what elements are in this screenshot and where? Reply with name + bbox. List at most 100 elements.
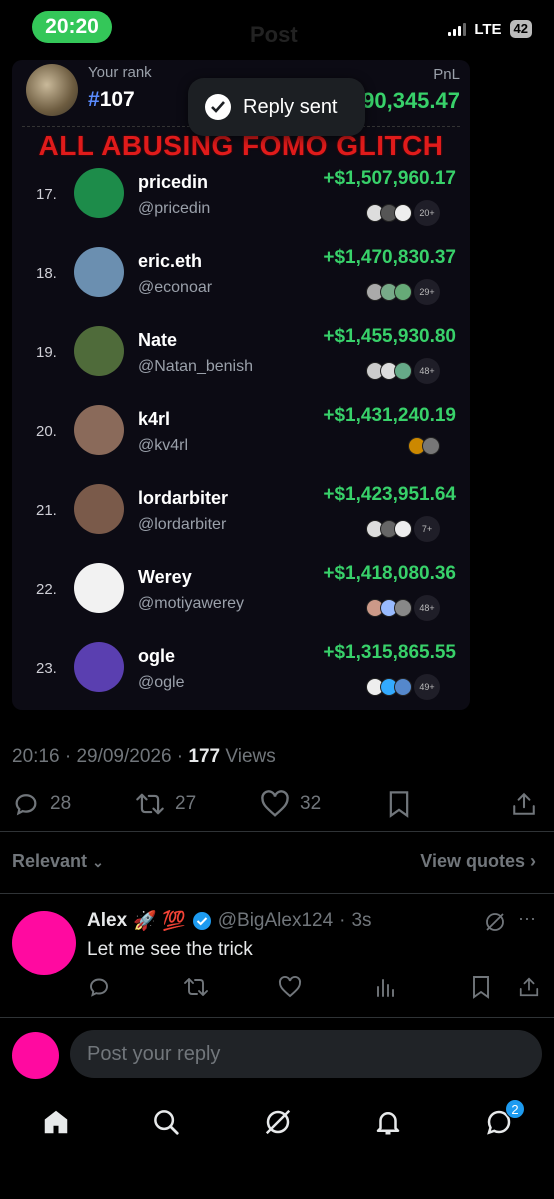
row-rank: 23. bbox=[36, 660, 57, 677]
reply-icon[interactable] bbox=[87, 975, 111, 999]
home-icon bbox=[44, 1110, 68, 1134]
heart-icon[interactable] bbox=[278, 975, 302, 999]
post-image-leaderboard[interactable]: Your rank #107 PnL 90,345.47 ALL ABUSING… bbox=[12, 60, 470, 710]
row-avatar bbox=[74, 168, 124, 218]
leaderboard-row: 19. Nate @Natan_benish +$1,455,930.80 48… bbox=[12, 318, 470, 397]
post-meta: 20:16 · 29/09/2026 · 177 Views bbox=[12, 746, 276, 767]
reply-icon bbox=[15, 794, 37, 816]
views-icon[interactable] bbox=[375, 975, 397, 999]
messages-badge: 2 bbox=[505, 1099, 525, 1119]
status-indicators: LTE 42 bbox=[448, 20, 532, 38]
tab-notifications[interactable] bbox=[368, 1102, 408, 1142]
sort-dropdown[interactable]: Relevant ⌄ bbox=[12, 851, 104, 872]
row-handle: @lordarbiter bbox=[138, 516, 227, 533]
row-more-count: 7+ bbox=[414, 516, 440, 542]
row-avatar bbox=[74, 247, 124, 297]
row-name: Werey bbox=[138, 567, 192, 587]
bookmark-icon[interactable] bbox=[470, 975, 492, 999]
row-handle: @motiyawerey bbox=[138, 595, 245, 612]
divider bbox=[0, 831, 554, 832]
reply-age: 3s bbox=[351, 910, 372, 931]
share-icon bbox=[513, 792, 535, 815]
tab-grok[interactable] bbox=[258, 1102, 298, 1142]
repost-count: 27 bbox=[175, 793, 197, 814]
row-pnl: +$1,418,080.36 bbox=[323, 563, 456, 584]
bookmark-button[interactable] bbox=[387, 790, 411, 818]
divider bbox=[0, 1017, 554, 1018]
reply-sent-toast: Reply sent bbox=[188, 78, 365, 136]
row-handle: @pricedin bbox=[138, 200, 211, 217]
leaderboard-row: 23. ogle @ogle +$1,315,865.55 49+ bbox=[12, 634, 470, 710]
grok-icon[interactable] bbox=[484, 911, 506, 933]
reply-input[interactable] bbox=[70, 1030, 542, 1078]
rank-hash: # bbox=[88, 88, 100, 111]
rank-label: Your rank bbox=[88, 64, 152, 81]
reply-count: 28 bbox=[50, 793, 72, 814]
row-pnl: +$1,315,865.55 bbox=[323, 642, 456, 663]
reply-author-name[interactable]: Alex bbox=[87, 910, 127, 932]
view-quotes-link[interactable]: View quotes › bbox=[420, 851, 536, 872]
row-rank: 21. bbox=[36, 502, 57, 519]
sort-label: Relevant bbox=[12, 851, 88, 871]
rank-value: #107 bbox=[88, 88, 135, 112]
reply-author-handle: @BigAlex124 bbox=[217, 910, 334, 931]
row-name: ogle bbox=[138, 646, 176, 666]
chevron-down-icon: ⌄ bbox=[92, 854, 104, 870]
repost-button[interactable]: 27 bbox=[135, 790, 196, 818]
post-time: 20:16 bbox=[12, 746, 60, 767]
grok-icon bbox=[265, 1109, 291, 1135]
reply-author-emoji: 🚀 💯 bbox=[133, 911, 186, 932]
row-avatar bbox=[74, 642, 124, 692]
row-name: k4rl bbox=[138, 409, 171, 429]
status-time: 20:20 bbox=[32, 11, 112, 43]
leaderboard-row: 20. k4rl @kv4rl +$1,431,240.19 bbox=[12, 397, 470, 476]
my-avatar bbox=[26, 64, 78, 116]
row-name: lordarbiter bbox=[138, 488, 229, 508]
leaderboard-row: 18. eric.eth @econoar +$1,470,830.37 29+ bbox=[12, 239, 470, 318]
row-pnl: +$1,470,830.37 bbox=[323, 247, 456, 268]
token-icon bbox=[394, 362, 412, 380]
views-count: 177 bbox=[188, 746, 221, 767]
reply-button[interactable]: 28 bbox=[12, 790, 71, 818]
row-rank: 22. bbox=[36, 581, 57, 598]
row-name: eric.eth bbox=[138, 251, 203, 271]
tab-home[interactable] bbox=[36, 1102, 76, 1142]
row-avatar bbox=[74, 326, 124, 376]
row-pnl: +$1,431,240.19 bbox=[323, 405, 456, 426]
row-avatar bbox=[74, 484, 124, 534]
token-icon bbox=[394, 599, 412, 617]
row-avatar bbox=[74, 563, 124, 613]
more-options-button[interactable]: ··· bbox=[518, 908, 536, 929]
share-button[interactable] bbox=[511, 790, 537, 818]
leaderboard-row: 17. pricedin @pricedin +$1,507,960.17 20… bbox=[12, 160, 470, 239]
row-handle: @Natan_benish bbox=[138, 358, 253, 375]
row-rank: 20. bbox=[36, 423, 57, 440]
row-token-chips: 48+ bbox=[366, 595, 440, 621]
tab-search[interactable] bbox=[146, 1102, 186, 1142]
views-label: Views bbox=[225, 746, 276, 767]
row-handle: @econoar bbox=[138, 279, 213, 296]
pnl-value: 90,345.47 bbox=[362, 88, 460, 113]
row-pnl: +$1,507,960.17 bbox=[323, 168, 456, 189]
battery-icon: 42 bbox=[509, 20, 532, 38]
avatar[interactable] bbox=[12, 911, 76, 975]
chevron-right-icon: › bbox=[530, 851, 536, 871]
repost-icon[interactable] bbox=[183, 975, 209, 999]
token-icon bbox=[394, 204, 412, 222]
reply-header: Alex 🚀 💯 @BigAlex124 · 3s bbox=[87, 910, 372, 932]
row-more-count: 48+ bbox=[414, 595, 440, 621]
toast-text: Reply sent bbox=[243, 95, 338, 118]
row-more-count: 48+ bbox=[414, 358, 440, 384]
like-count: 32 bbox=[300, 793, 322, 814]
like-button[interactable]: 32 bbox=[260, 790, 321, 818]
row-pnl: +$1,455,930.80 bbox=[323, 326, 456, 347]
leaderboard-row: 21. lordarbiter @lordarbiter +$1,423,951… bbox=[12, 476, 470, 555]
row-more-count: 20+ bbox=[414, 200, 440, 226]
repost-icon bbox=[136, 793, 164, 815]
signal-icon bbox=[448, 22, 467, 36]
bookmark-icon bbox=[389, 791, 409, 818]
row-name: Nate bbox=[138, 330, 178, 350]
row-more-count: 29+ bbox=[414, 279, 440, 305]
share-icon[interactable] bbox=[518, 975, 540, 999]
row-name: pricedin bbox=[138, 172, 209, 192]
